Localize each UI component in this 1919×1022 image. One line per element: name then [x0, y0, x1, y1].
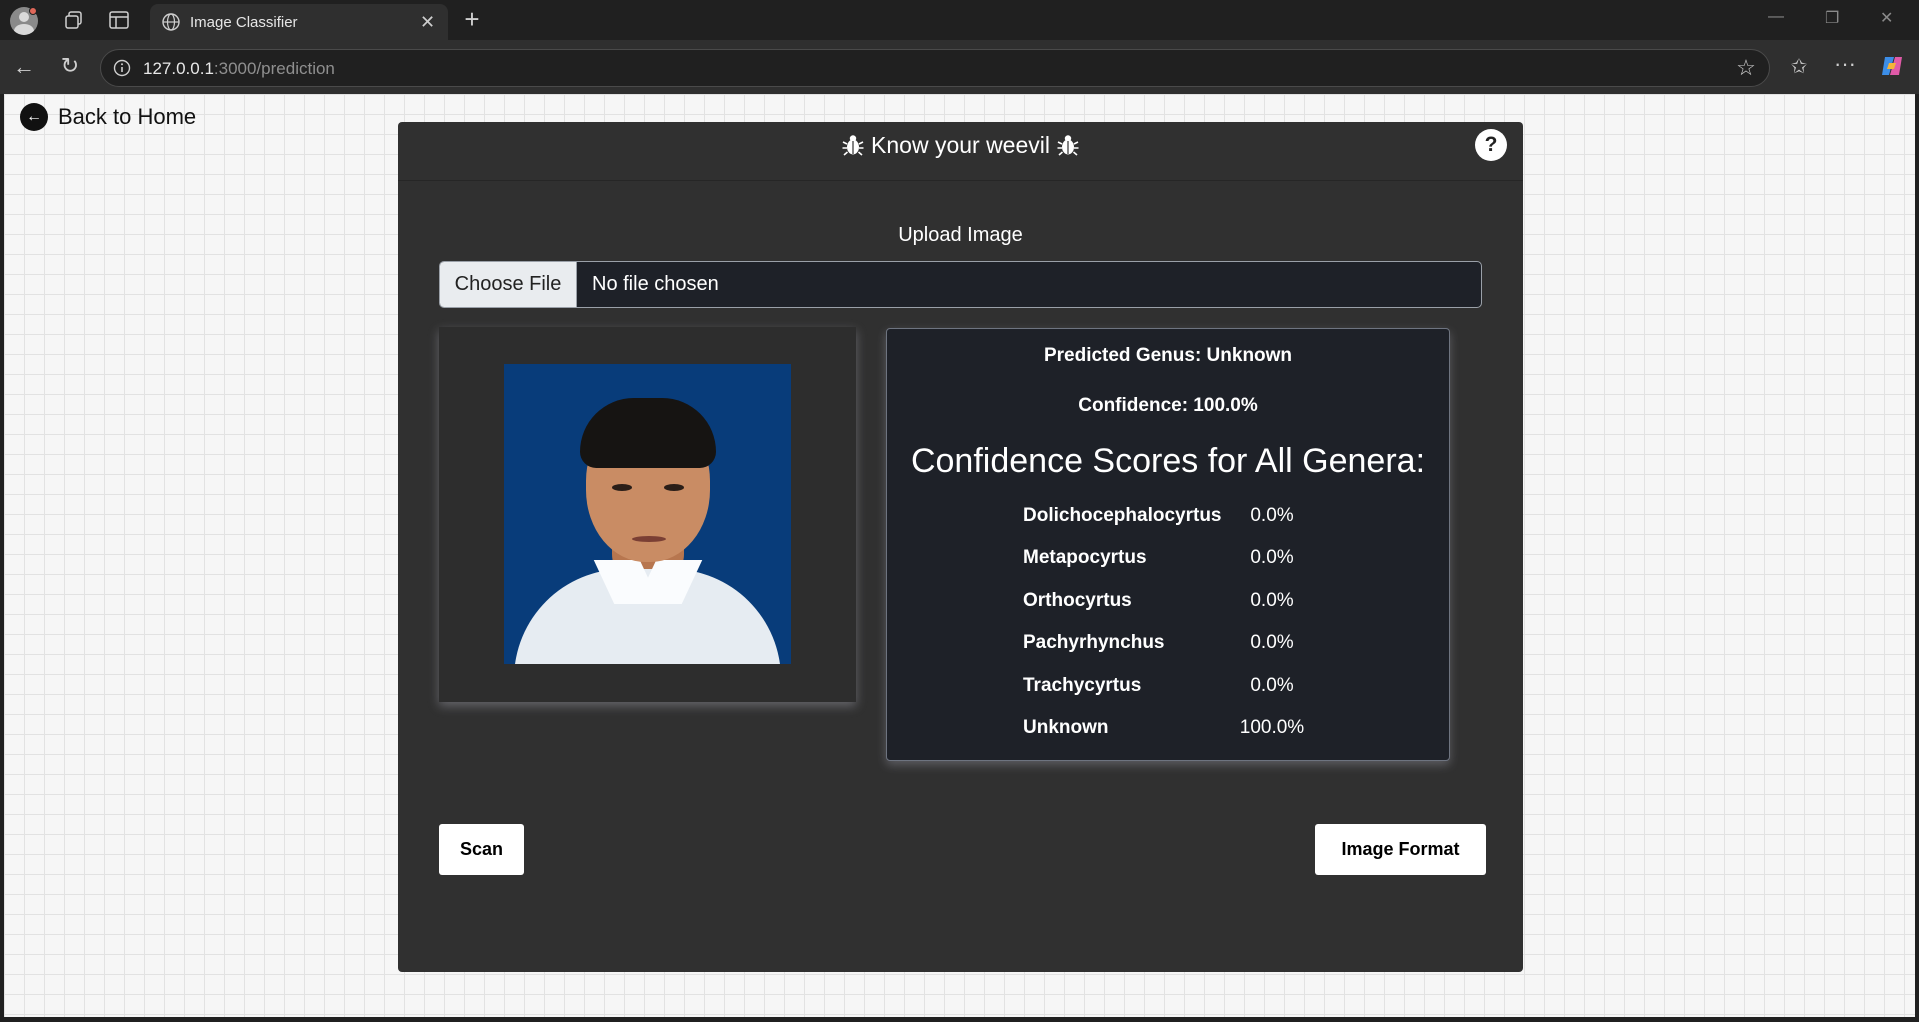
- back-arrow-icon[interactable]: ←: [12, 54, 36, 79]
- back-to-home-link[interactable]: ← Back to Home: [20, 103, 196, 131]
- back-arrow-circle-icon: ←: [20, 103, 48, 131]
- workspaces-icon[interactable]: [62, 9, 86, 31]
- score-row: Trachycyrtus 0.0%: [1023, 675, 1323, 701]
- choose-file-button[interactable]: Choose File: [440, 262, 577, 307]
- genus-name: Metapocyrtus: [1023, 547, 1147, 568]
- bug-icon: [1057, 135, 1079, 156]
- predicted-genus: Predicted Genus: Unknown: [1043, 345, 1293, 366]
- prediction-result-panel: Predicted Genus: Unknown Confidence: 100…: [886, 328, 1450, 761]
- new-tab-icon[interactable]: +: [460, 4, 484, 34]
- address-bar[interactable]: 127.0.0.1:3000/prediction ☆: [100, 49, 1770, 87]
- close-tab-icon[interactable]: ✕: [420, 12, 435, 33]
- image-preview-panel: [439, 327, 856, 702]
- tab-actions-icon[interactable]: [107, 9, 131, 31]
- notification-dot: [29, 7, 37, 15]
- uploaded-photo: [504, 364, 791, 664]
- browser-tab-bar: Image Classifier ✕ + — ❐ ✕: [0, 0, 1919, 40]
- info-icon[interactable]: [113, 59, 131, 77]
- tab-image-classifier[interactable]: Image Classifier ✕: [150, 4, 448, 40]
- url-text: 127.0.0.1:3000/prediction: [143, 59, 335, 79]
- prediction-confidence: Confidence: 100.0%: [1078, 395, 1258, 416]
- score-row: Orthocyrtus 0.0%: [1023, 590, 1323, 616]
- help-button[interactable]: ?: [1475, 129, 1507, 161]
- file-status-text: No file chosen: [592, 273, 719, 295]
- scores-heading: Confidence Scores for All Genera:: [910, 442, 1426, 480]
- score-row: Dolichocephalocyrtus 0.0%: [1023, 505, 1323, 531]
- page-title-text: Know your weevil: [871, 132, 1050, 158]
- close-window-icon[interactable]: ✕: [1880, 8, 1893, 28]
- restore-icon[interactable]: ❐: [1825, 8, 1839, 28]
- file-upload-input[interactable]: Choose File No file chosen: [439, 261, 1482, 308]
- genus-score: 0.0%: [1250, 675, 1294, 696]
- back-to-home-label: Back to Home: [58, 104, 197, 129]
- favorites-icon[interactable]: ✩: [1786, 54, 1812, 78]
- scan-button[interactable]: Scan: [439, 824, 524, 875]
- copilot-icon[interactable]: [1878, 52, 1906, 80]
- image-format-button[interactable]: Image Format: [1315, 824, 1486, 875]
- reload-icon[interactable]: ↻: [58, 53, 82, 78]
- tab-title: Image Classifier: [190, 14, 298, 31]
- more-options-icon[interactable]: ···: [1832, 51, 1858, 76]
- genus-name: Trachycyrtus: [1023, 675, 1142, 696]
- browser-toolbar: ← ↻ 127.0.0.1:3000/prediction ☆ ✩ ···: [0, 40, 1919, 94]
- genus-name: Dolichocephalocyrtus: [1023, 505, 1222, 526]
- genus-name: Pachyrhynchus: [1023, 632, 1165, 653]
- genus-name: Orthocyrtus: [1023, 590, 1132, 611]
- url-path: :3000/prediction: [213, 59, 335, 78]
- score-row: Pachyrhynchus 0.0%: [1023, 632, 1323, 658]
- bug-icon: [842, 135, 864, 156]
- url-host: 127.0.0.1: [143, 59, 214, 78]
- globe-icon: [160, 11, 182, 33]
- upload-image-label: Upload Image: [898, 224, 1023, 246]
- card-header: Know your weevil ?: [398, 122, 1523, 181]
- favorite-star-icon[interactable]: ☆: [1735, 55, 1757, 80]
- page-viewport: ← Back to Home Know your weevil ? Upload…: [4, 94, 1915, 1017]
- genus-score: 0.0%: [1250, 547, 1294, 568]
- score-row: Metapocyrtus 0.0%: [1023, 547, 1323, 573]
- genus-score: 0.0%: [1250, 505, 1294, 526]
- classifier-card: Know your weevil ? Upload Image Choose F…: [398, 122, 1523, 972]
- page-title: Know your weevil: [398, 132, 1523, 159]
- score-row: Unknown 100.0%: [1023, 717, 1323, 743]
- minimize-icon[interactable]: —: [1768, 8, 1784, 26]
- genus-name: Unknown: [1023, 717, 1109, 738]
- genus-score: 0.0%: [1250, 632, 1294, 653]
- genus-score: 100.0%: [1239, 717, 1305, 738]
- genus-score: 0.0%: [1250, 590, 1294, 611]
